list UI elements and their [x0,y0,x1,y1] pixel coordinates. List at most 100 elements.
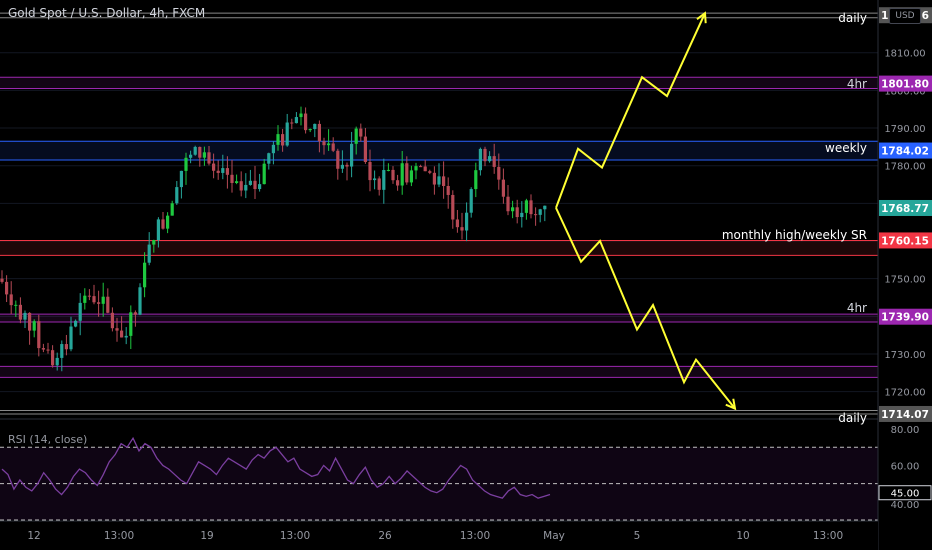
annotation-daily-top: daily [838,11,867,25]
price-chart[interactable]: 1720.001730.001740.001750.001760.001770.… [0,0,932,550]
x-tick-label-1: 13:00 [104,530,134,542]
candle-body-57 [262,163,266,185]
candle-body-14 [64,344,68,350]
currency-button[interactable]: USD [889,8,921,24]
candle-body-10 [46,349,50,351]
candle-body-76 [350,143,354,167]
candle-body-110 [506,196,510,212]
candle-body-33 [152,240,156,245]
candle-body-80 [368,162,372,181]
candle-body-71 [327,143,331,146]
candle-body-107 [492,156,496,167]
rsi-tick-label-1: 60.00 [891,461,920,472]
candle-body-77 [354,128,358,144]
rsi-background [0,447,878,520]
candle-body-22 [101,296,105,304]
y-tick-label-0: 1720.00 [884,388,925,399]
price-label-5: 1739.90 [881,312,929,324]
candle-body-108 [497,166,501,180]
candle-body-24 [110,312,114,329]
candle-body-3 [14,304,18,306]
candle-body-38 [175,187,179,204]
candle-body-66 [304,113,308,131]
candle-body-11 [51,350,55,366]
candle-body-82 [377,178,381,190]
candle-body-62 [285,122,289,146]
candle-body-18 [83,295,87,303]
candle-body-19 [87,295,91,297]
candle-body-102 [469,189,473,213]
level-band-weekly [0,141,878,161]
candle-body-115 [529,200,533,215]
x-tick-label-4: 26 [378,530,392,542]
candle-body-51 [235,181,239,184]
candle-body-118 [543,205,547,210]
candle-body-101 [465,212,469,231]
candle-body-74 [340,164,344,169]
y-tick-label-1: 1730.00 [884,350,925,361]
candle-body-114 [524,200,528,213]
price-label-2: 1784.02 [881,146,929,158]
candle-body-27 [124,335,128,338]
candle-body-69 [317,123,321,142]
x-tick-label-7: 5 [634,530,641,542]
candle-body-63 [290,122,294,124]
x-tick-label-2: 19 [200,530,213,542]
candle-body-15 [69,326,73,350]
candle-42 [193,145,197,156]
x-tick-label-6: May [543,530,565,542]
annotation-4hr-top: 4hr [846,77,867,91]
candle-body-98 [451,194,455,220]
candle-body-50 [230,174,234,184]
candle-body-0 [0,278,4,282]
price-label-1: 1801.80 [881,79,929,91]
annotation-daily-bottom: daily [838,411,867,425]
candle-body-67 [308,129,312,131]
candle-body-113 [520,212,524,218]
candle-body-93 [428,171,432,173]
candle-body-97 [446,185,450,195]
candle-body-43 [198,146,202,158]
candle-body-58 [267,153,271,164]
candle-body-41 [189,154,193,158]
candle-body-96 [442,176,446,186]
x-tick-label-8: 10 [736,530,749,542]
y-tick-label-6: 1780.00 [884,162,925,173]
candle-body-106 [488,156,492,162]
candle-body-29 [133,312,137,315]
candle-body-23 [106,296,110,313]
candle-body-39 [179,170,183,188]
candle-body-89 [409,170,413,183]
price-axis: 1720.001730.001740.001750.001760.001770.… [877,0,932,550]
candle-body-104 [478,148,482,171]
candle-body-59 [271,144,275,154]
candle-body-78 [359,128,363,137]
candle-body-44 [202,152,206,158]
candle-body-40 [184,157,188,171]
y-tick-label-3: 1750.00 [884,275,925,286]
candle-body-46 [212,163,216,171]
candle-body-30 [138,287,142,315]
candle-body-94 [432,172,436,185]
rsi-tick-label-3: 40.00 [891,500,920,511]
annotation-4hr-bottom: 4hr [846,301,867,315]
candle-body-52 [239,181,243,191]
candle-body-28 [129,312,133,336]
candle-body-87 [400,163,404,186]
level-band-4hr-lower [0,366,878,378]
candle-body-72 [331,143,335,151]
candle-body-81 [373,178,377,181]
candle-body-86 [396,180,400,186]
candle-body-32 [147,244,151,263]
candle-body-4 [18,304,22,320]
candle-body-70 [322,141,326,146]
candle-body-111 [511,207,515,212]
candle-body-31 [143,262,147,288]
candle-body-95 [437,176,441,185]
rsi-title: RSI (14, close) [8,433,88,446]
candle-body-64 [294,117,298,124]
candle-body-61 [281,134,285,146]
level-band-4hr-top [0,77,878,89]
candle-body-20 [92,296,96,303]
price-label-3: 1768.77 [881,203,929,215]
